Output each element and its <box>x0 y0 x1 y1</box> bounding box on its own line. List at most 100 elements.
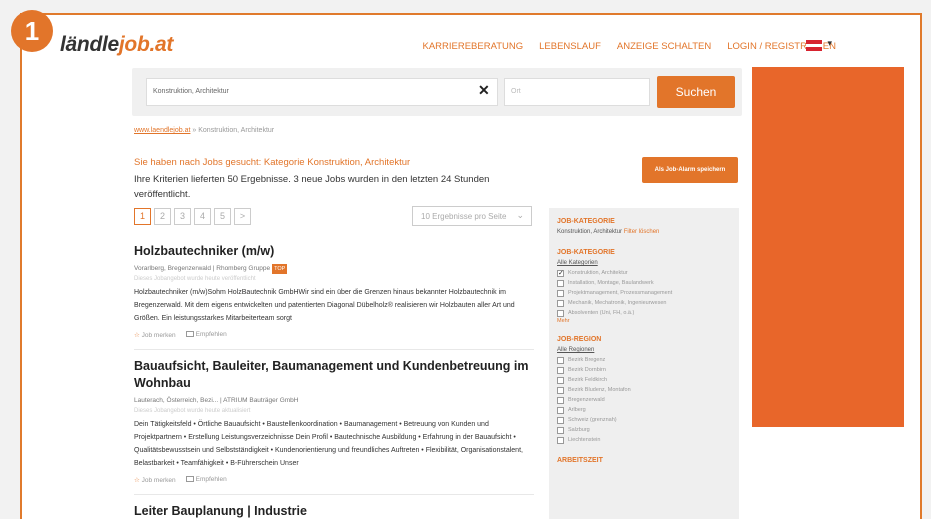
checkbox[interactable] <box>557 356 564 364</box>
recommend-link[interactable]: Empfehlen <box>185 331 227 339</box>
job-actions: ☆ Job merken Empfehlen <box>134 476 534 484</box>
checkbox[interactable] <box>557 426 564 434</box>
checkbox[interactable] <box>557 406 564 414</box>
page-1-button[interactable]: 1 <box>134 208 151 225</box>
checkbox[interactable] <box>557 289 564 297</box>
category-option[interactable]: Absolventen (Uni, FH, o.ä.) <box>557 308 731 318</box>
job-listing[interactable]: Leiter Bauplanung | Industrie <box>134 495 534 519</box>
region-option[interactable]: Bezirk Bludenz, Montafon <box>557 385 731 395</box>
checkbox[interactable] <box>557 309 564 317</box>
selected-filter: Konstruktion, Architektur Filter löschen <box>557 228 731 237</box>
step-number-badge: 1 <box>11 10 53 52</box>
all-categories-link[interactable]: Alle Kategorien <box>557 259 731 268</box>
checkbox[interactable] <box>557 376 564 384</box>
region-option[interactable]: Arlberg <box>557 405 731 415</box>
star-icon: ☆ <box>134 477 140 484</box>
selected-filter-heading: JOB-KATEGORIE <box>557 218 615 225</box>
remove-filter-link[interactable]: Filter löschen <box>624 229 660 235</box>
worktime-filter-heading: ARBEITSZEIT <box>557 457 603 464</box>
job-description: Dein Tätigkeitsfeld • Örtliche Bauaufsic… <box>134 421 523 467</box>
checkbox-checked[interactable]: ✓ <box>557 269 564 277</box>
region-option[interactable]: Bezirk Bregenz <box>557 355 731 365</box>
save-job-label: Job merken <box>141 477 176 484</box>
mail-icon <box>185 331 194 337</box>
logo-prefix: ländle <box>60 33 119 56</box>
more-categories-link[interactable]: Mehr <box>557 318 731 324</box>
language-caret-icon[interactable]: ▾ <box>827 38 832 49</box>
job-list: Holzbautechniker (m/w) Vorarlberg, Brege… <box>134 235 534 519</box>
advertisement-banner[interactable] <box>752 67 904 427</box>
region-option-label: Bezirk Bregenz <box>568 357 606 363</box>
category-option-label: Absolventen (Uni, FH, o.ä.) <box>568 310 635 316</box>
category-filter-heading: JOB-KATEGORIE <box>557 249 615 256</box>
region-option[interactable]: Bezirk Feldkirch <box>557 375 731 385</box>
pagination: 1 2 3 4 5 > <box>134 208 251 225</box>
nav-lebenslauf[interactable]: LEBENSLAUF <box>539 41 601 52</box>
keyword-search-input[interactable]: Konstruktion, Architektur <box>146 78 498 106</box>
category-option[interactable]: Mechanik, Mechatronik, Ingenieurwesen <box>557 298 731 308</box>
job-company: Lauterach, Österreich, Bezi... | ATRIUM … <box>134 397 299 404</box>
all-regions-link[interactable]: Alle Regionen <box>557 346 731 355</box>
save-job-link[interactable]: ☆ Job merken <box>134 476 176 484</box>
checkbox[interactable] <box>557 416 564 424</box>
breadcrumb-home-link[interactable]: www.laendlejob.at <box>134 127 190 134</box>
checkbox[interactable] <box>557 299 564 307</box>
category-option[interactable]: Installation, Montage, Baulandwerk <box>557 278 731 288</box>
job-company-text: Vorarlberg, Bregenzerwald | Rhomberg Gru… <box>134 265 271 272</box>
checkbox[interactable] <box>557 396 564 404</box>
location-input[interactable]: Ort <box>504 78 650 106</box>
page-3-button[interactable]: 3 <box>174 208 191 225</box>
recommend-label: Empfehlen <box>195 331 227 338</box>
austria-flag-icon[interactable] <box>806 40 822 52</box>
selected-filter-section: JOB-KATEGORIE Konstruktion, Architektur … <box>557 218 731 237</box>
job-listing[interactable]: Holzbautechniker (m/w) Vorarlberg, Brege… <box>134 235 534 350</box>
breadcrumb-separator: » <box>192 127 197 134</box>
checkbox[interactable] <box>557 279 564 287</box>
region-option[interactable]: Bregenzerwald <box>557 395 731 405</box>
save-job-alarm-button[interactable]: Als Job-Alarm speichern <box>642 157 738 183</box>
clear-search-icon[interactable]: ✕ <box>478 82 490 99</box>
job-meta: Dieses Jobangebot wurde heute veröffentl… <box>134 276 256 282</box>
category-option-label: Projektmanagement, Prozessmanagement <box>568 290 673 296</box>
results-info: Ihre Kriterien lieferten 50 Ergebnisse. … <box>134 174 490 200</box>
top-navigation: KARRIEREBERATUNG LEBENSLAUF ANZEIGE SCHA… <box>422 41 836 52</box>
checkbox[interactable] <box>557 386 564 394</box>
category-option-label: Installation, Montage, Baulandwerk <box>568 280 654 286</box>
region-option-label: Arlberg <box>568 407 586 413</box>
browser-frame: ländlejob.at KARRIEREBERATUNG LEBENSLAUF… <box>20 13 922 519</box>
page-2-button[interactable]: 2 <box>154 208 171 225</box>
category-option-label: Mechanik, Mechatronik, Ingenieurwesen <box>568 300 667 306</box>
checkbox[interactable] <box>557 366 564 374</box>
job-title[interactable]: Holzbautechniker (m/w) <box>134 243 534 260</box>
job-description: Holzbautechniker (m/w)Sohm HolzBautechni… <box>134 289 515 322</box>
per-page-value: 10 Ergebnisse pro Seite <box>421 212 507 221</box>
region-filter-section: JOB-REGION Alle Regionen Bezirk Bregenz … <box>557 336 731 445</box>
page-4-button[interactable]: 4 <box>194 208 211 225</box>
category-option[interactable]: ✓ Konstruktion, Architektur <box>557 268 731 278</box>
recommend-link[interactable]: Empfehlen <box>185 476 227 484</box>
job-listing[interactable]: Bauaufsicht, Bauleiter, Baumanagement un… <box>134 350 534 495</box>
worktime-filter-section: ARBEITSZEIT <box>557 457 731 464</box>
region-option[interactable]: Liechtenstein <box>557 435 731 445</box>
region-option[interactable]: Bezirk Dornbirn <box>557 365 731 375</box>
region-option[interactable]: Salzburg <box>557 425 731 435</box>
category-option-label: Konstruktion, Architektur <box>568 270 628 276</box>
page-5-button[interactable]: 5 <box>214 208 231 225</box>
site-logo[interactable]: ländlejob.at <box>60 33 173 57</box>
job-title[interactable]: Bauaufsicht, Bauleiter, Baumanagement un… <box>134 358 534 392</box>
region-option-label: Bezirk Bludenz, Montafon <box>568 387 631 393</box>
results-per-page-select[interactable]: 10 Ergebnisse pro Seite ⌄ <box>412 206 532 226</box>
job-title[interactable]: Leiter Bauplanung | Industrie <box>134 503 534 519</box>
selected-filter-value: Konstruktion, Architektur <box>557 229 623 235</box>
next-page-button[interactable]: > <box>234 208 251 225</box>
category-option[interactable]: Projektmanagement, Prozessmanagement <box>557 288 731 298</box>
region-option-label: Bregenzerwald <box>568 397 605 403</box>
region-option[interactable]: Schweiz (grenznah) <box>557 415 731 425</box>
nav-karriereberatung[interactable]: KARRIEREBERATUNG <box>422 41 523 52</box>
region-option-label: Liechtenstein <box>568 437 601 443</box>
search-button[interactable]: Suchen <box>657 76 735 108</box>
checkbox[interactable] <box>557 436 564 444</box>
nav-anzeige-schalten[interactable]: ANZEIGE SCHALTEN <box>617 41 711 52</box>
save-job-label: Job merken <box>141 332 176 339</box>
save-job-link[interactable]: ☆ Job merken <box>134 331 176 339</box>
